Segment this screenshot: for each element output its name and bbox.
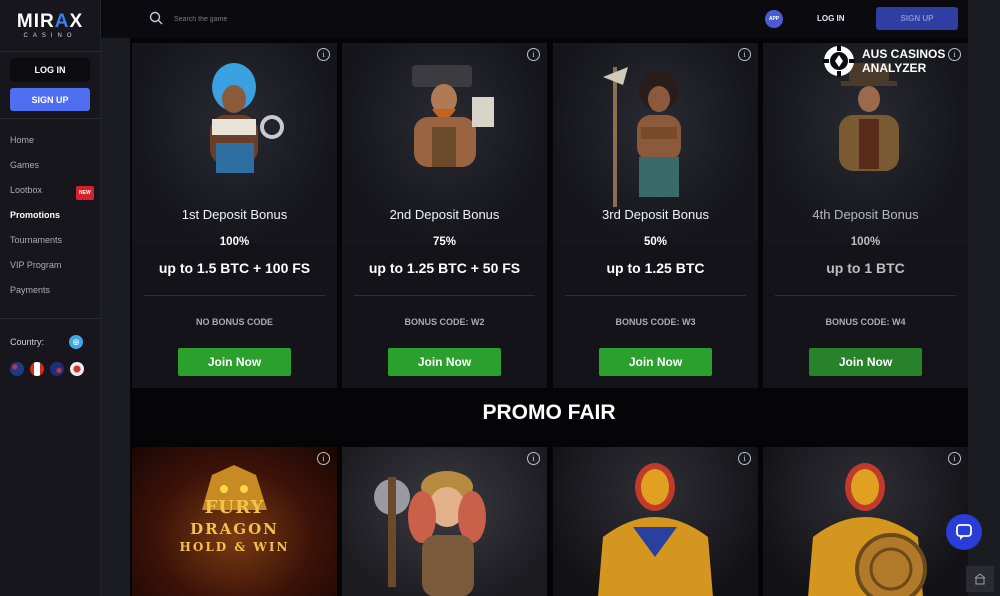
sidebar-item-home[interactable]: Home xyxy=(10,134,94,159)
pirate-woman-character-image xyxy=(210,63,284,173)
bonus-percent: 50% xyxy=(643,236,668,248)
join-now-button[interactable]: Join Now xyxy=(388,348,501,376)
bonus-offer: up to 1 BTC xyxy=(826,260,905,276)
top-bar: APP LOG IN SIGN UP xyxy=(101,0,968,38)
ca-flag-icon[interactable] xyxy=(30,362,44,376)
scroll-top-button[interactable] xyxy=(966,566,994,592)
game-logo: FURY DRAGON HOLD & WIN xyxy=(179,497,290,554)
sidebar: MIRAX CASINO LOG IN SIGN UP Home Games L… xyxy=(0,0,101,596)
bonus-code: BONUS CODE: W2 xyxy=(404,317,485,327)
divider xyxy=(565,295,746,296)
viking-warrior-image xyxy=(374,471,486,596)
bonus-offer: up to 1.25 BTC xyxy=(606,260,705,276)
other-flag-icon[interactable] xyxy=(70,362,84,376)
chat-button[interactable] xyxy=(946,514,982,550)
bonus-card: i 2nd Deposit Bonus 75% up to 1.25 BTC +… xyxy=(342,43,547,388)
divider xyxy=(775,295,956,296)
info-icon[interactable]: i xyxy=(317,452,330,465)
bonus-title: 3rd Deposit Bonus xyxy=(602,207,709,222)
promo-game-tile[interactable]: i xyxy=(553,447,758,596)
watermark: AUS CASINOS ANALYZER xyxy=(822,44,945,78)
search-icon[interactable] xyxy=(149,11,163,25)
bonus-percent: 75% xyxy=(432,236,457,248)
bonus-card: i 4th Deposit Bonus 100% up to 1 BTC BON… xyxy=(763,43,968,388)
au-flag-icon[interactable] xyxy=(10,362,24,376)
divider xyxy=(0,51,100,52)
top-signup-button[interactable]: SIGN UP xyxy=(876,7,958,30)
sidebar-item-games[interactable]: Games xyxy=(10,159,94,184)
bonus-card: i 1st Deposit Bonus 100% up to 1.5 BTC +… xyxy=(132,43,337,388)
bonus-code: NO BONUS CODE xyxy=(195,317,273,327)
bonus-percent: 100% xyxy=(850,236,881,248)
luchador-image xyxy=(598,463,713,596)
watermark-line: AUS CASINOS xyxy=(862,47,946,61)
bonus-code: BONUS CODE: W3 xyxy=(615,317,696,327)
witch-doctor-character-image xyxy=(603,67,681,207)
watermark-line: ANALYZER xyxy=(862,61,927,75)
sidebar-item-payments[interactable]: Payments xyxy=(10,284,94,309)
bonus-card: i 3rd Deposit Bonus 50% up to 1.25 BTC B… xyxy=(553,43,758,388)
sidebar-login-button[interactable]: LOG IN xyxy=(10,58,90,82)
join-now-button[interactable]: Join Now xyxy=(599,348,712,376)
info-icon[interactable]: i xyxy=(527,48,540,61)
bonus-offer: up to 1.5 BTC + 100 FS xyxy=(158,260,311,276)
promo-game-tile[interactable]: FURY DRAGON HOLD & WIN i xyxy=(132,447,337,596)
app-button[interactable]: APP xyxy=(765,10,783,28)
join-now-button[interactable]: Join Now xyxy=(178,348,291,376)
divider xyxy=(0,318,100,319)
info-icon[interactable]: i xyxy=(317,48,330,61)
new-badge: NEW xyxy=(76,186,94,200)
country-flags xyxy=(10,362,84,376)
info-icon[interactable]: i xyxy=(948,452,961,465)
sidebar-item-tournaments[interactable]: Tournaments xyxy=(10,234,94,259)
divider xyxy=(0,118,100,119)
bonus-percent: 100% xyxy=(219,236,250,248)
casino-chip-icon xyxy=(823,45,855,77)
country-label: Country: xyxy=(10,337,45,347)
luchador-shield-image xyxy=(808,463,927,596)
section-heading: PROMO FAIR xyxy=(482,401,616,424)
building-icon xyxy=(974,573,986,585)
info-icon[interactable]: i xyxy=(527,452,540,465)
left-gutter xyxy=(101,38,130,596)
captain-character-image xyxy=(839,63,899,171)
bonus-offer: up to 1.25 BTC + 50 FS xyxy=(368,260,521,276)
bonus-title: 2nd Deposit Bonus xyxy=(389,207,500,222)
globe-icon[interactable]: ⊕ xyxy=(69,335,83,349)
divider xyxy=(354,295,535,296)
right-gutter xyxy=(968,0,1000,596)
info-icon[interactable]: i xyxy=(738,452,751,465)
promo-game-tile[interactable]: i xyxy=(342,447,547,596)
sidebar-item-vip-program[interactable]: VIP Program xyxy=(10,259,94,284)
brand-subtitle: CASINO xyxy=(23,33,77,39)
chat-bubble-icon xyxy=(956,524,972,540)
divider xyxy=(144,295,325,296)
search-input[interactable] xyxy=(174,12,374,26)
brand-logo[interactable]: MIRAX CASINO xyxy=(16,12,84,46)
sidebar-signup-button[interactable]: SIGN UP xyxy=(10,88,90,111)
sidebar-item-lootbox[interactable]: Lootbox NEW xyxy=(10,184,94,209)
bonus-title: 4th Deposit Bonus xyxy=(812,207,919,222)
sidebar-item-promotions[interactable]: Promotions xyxy=(10,209,94,234)
nz-flag-icon[interactable] xyxy=(50,362,64,376)
info-icon[interactable]: i xyxy=(738,48,751,61)
bonus-code: BONUS CODE: W4 xyxy=(825,317,906,327)
bonus-title: 1st Deposit Bonus xyxy=(181,207,288,222)
pirate-man-character-image xyxy=(412,65,494,167)
join-now-button[interactable]: Join Now xyxy=(809,348,922,376)
promo-game-tile[interactable]: i xyxy=(763,447,968,596)
sidebar-nav: Home Games Lootbox NEW Promotions Tournam… xyxy=(10,134,94,309)
info-icon[interactable]: i xyxy=(948,48,961,61)
top-login-button[interactable]: LOG IN xyxy=(817,14,845,23)
